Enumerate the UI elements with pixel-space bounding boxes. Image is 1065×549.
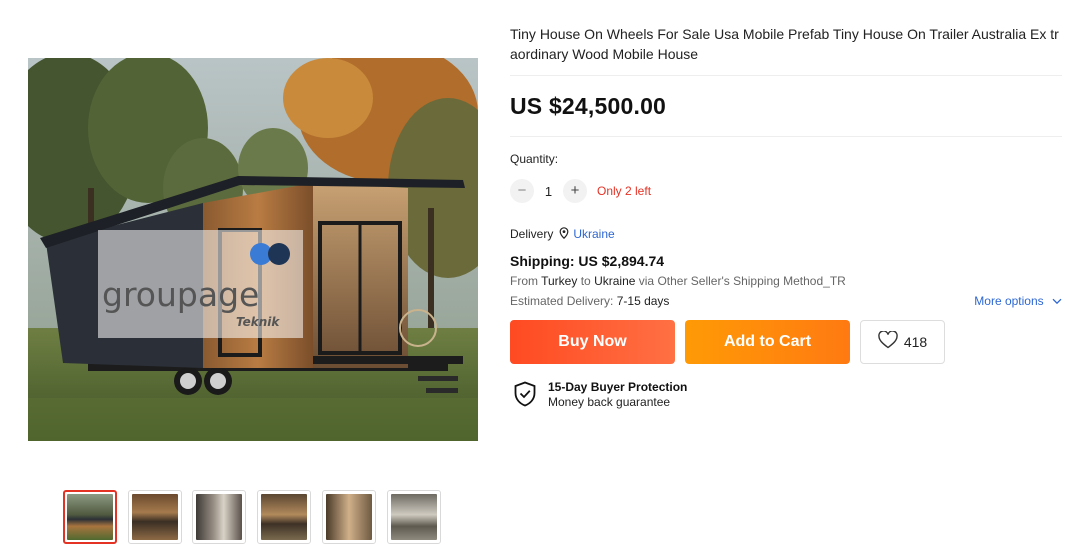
delivery-label: Delivery [510, 227, 554, 241]
thumbnail-2[interactable] [128, 490, 182, 544]
main-product-image[interactable]: groupage Teknik [28, 58, 478, 441]
location-pin-icon [559, 226, 569, 242]
estimated-delivery-value: 7-15 days [616, 294, 670, 308]
thumbnail-3[interactable] [192, 490, 246, 544]
delivery-country-link[interactable]: Ukraine [573, 227, 614, 241]
thumbnail-4[interactable] [257, 490, 311, 544]
protection-subtitle: Money back guarantee [548, 395, 671, 409]
more-options-label: More options [974, 294, 1044, 308]
quantity-stepper: − 1 + Only 2 left [510, 179, 1062, 203]
thumbnail-6[interactable] [387, 490, 441, 544]
thumbnail-strip [63, 490, 443, 544]
protection-text: 15-Day Buyer Protection Money back guara… [548, 380, 687, 410]
thumbnail-image [67, 494, 113, 540]
wishlist-count: 418 [903, 333, 928, 350]
product-info-panel: Tiny House On Wheels For Sale Usa Mobile… [510, 24, 1062, 410]
price-row: US $24,500.00 [510, 76, 1062, 137]
chevron-down-icon [1052, 291, 1062, 313]
quantity-decrease-button[interactable]: − [510, 179, 534, 203]
watermark-text: groupage [102, 275, 259, 314]
thumbnail-5[interactable] [322, 490, 376, 544]
shipping-method: via Other Seller's Shipping Method_TR [638, 274, 846, 288]
delivery-row: Delivery Ukraine [510, 226, 1062, 242]
estimated-delivery-label: Estimated Delivery: [510, 294, 614, 308]
heart-icon [878, 330, 898, 352]
tiny-house-photo: groupage Teknik [28, 58, 478, 441]
thumbnail-image [132, 494, 178, 540]
thumbnail-1[interactable] [63, 490, 117, 544]
shield-check-icon [513, 381, 537, 407]
shipping-to-country: Ukraine [594, 274, 636, 288]
shipping-route: From Turkey to Ukraine via Other Seller'… [510, 272, 1062, 290]
protection-title: 15-Day Buyer Protection [548, 380, 688, 394]
product-price: US $24,500.00 [510, 92, 667, 119]
quantity-label: Quantity: [510, 152, 559, 166]
watermark-subtext: Teknik [236, 315, 280, 329]
buy-now-button[interactable]: Buy Now [510, 319, 675, 364]
quantity-value[interactable]: 1 [534, 184, 563, 199]
shipping-cost: Shipping: US $2,894.74 [510, 253, 665, 269]
product-title: Tiny House On Wheels For Sale Usa Mobile… [510, 24, 1062, 76]
estimated-delivery-row: Estimated Delivery: 7-15 days More optio… [510, 290, 1062, 312]
thumbnail-image [391, 494, 437, 540]
shipping-to-word: to [580, 274, 591, 288]
add-to-cart-button[interactable]: Add to Cart [685, 319, 850, 364]
action-buttons: Buy Now Add to Cart 418 [510, 319, 1062, 364]
thumbnail-image [261, 494, 307, 540]
stock-warning: Only 2 left [597, 184, 652, 198]
quantity-increase-button[interactable]: + [563, 179, 587, 203]
wishlist-button[interactable]: 418 [860, 319, 945, 364]
thumbnail-image [196, 494, 242, 540]
buyer-protection: 15-Day Buyer Protection Money back guara… [510, 380, 1062, 410]
shipping-from-prefix: From [510, 274, 538, 288]
shipping-from-country: Turkey [541, 274, 578, 288]
more-options-link[interactable]: More options [974, 290, 1062, 313]
thumbnail-image [326, 494, 372, 540]
